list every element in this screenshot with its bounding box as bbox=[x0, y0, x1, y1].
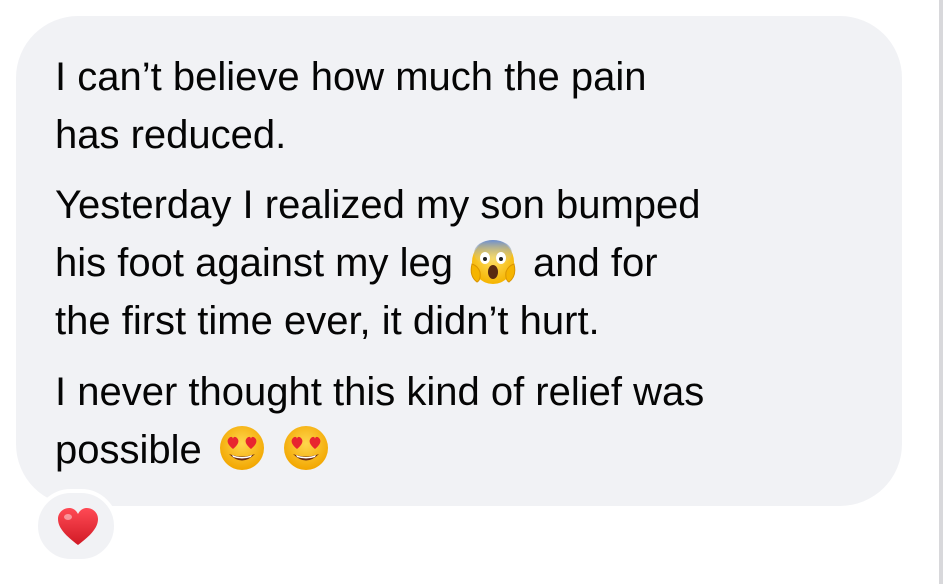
message-line: I never thought this kind of relief was bbox=[55, 370, 705, 414]
message-paragraph-3: I never thought this kind of relief was … bbox=[55, 363, 704, 479]
red-heart-icon bbox=[58, 508, 98, 545]
smiling-face-with-heart-eyes-icon bbox=[280, 423, 332, 473]
message-paragraph-1: I can’t believe how much the pain has re… bbox=[55, 48, 646, 164]
message-text: and for bbox=[533, 241, 658, 285]
message-line: has reduced. bbox=[55, 113, 287, 157]
message-line: Yesterday I realized my son bumped bbox=[55, 183, 701, 227]
message-line-with-emoji: possible bbox=[55, 421, 704, 479]
message-view: I can’t believe how much the pain has re… bbox=[0, 0, 943, 584]
message-line: the first time ever, it didn’t hurt. bbox=[55, 299, 600, 343]
face-screaming-in-fear-icon bbox=[467, 236, 519, 286]
message-line: I can’t believe how much the pain bbox=[55, 55, 647, 99]
scrollbar-edge bbox=[939, 0, 943, 584]
smiling-face-with-heart-eyes-icon bbox=[216, 423, 268, 473]
message-line-with-emoji: his foot against my leg and for bbox=[55, 234, 701, 292]
message-text: possible bbox=[55, 428, 202, 472]
message-text: his foot against my leg bbox=[55, 241, 453, 285]
message-paragraph-2: Yesterday I realized my son bumped his f… bbox=[55, 176, 701, 350]
reaction-badge[interactable] bbox=[34, 489, 118, 563]
